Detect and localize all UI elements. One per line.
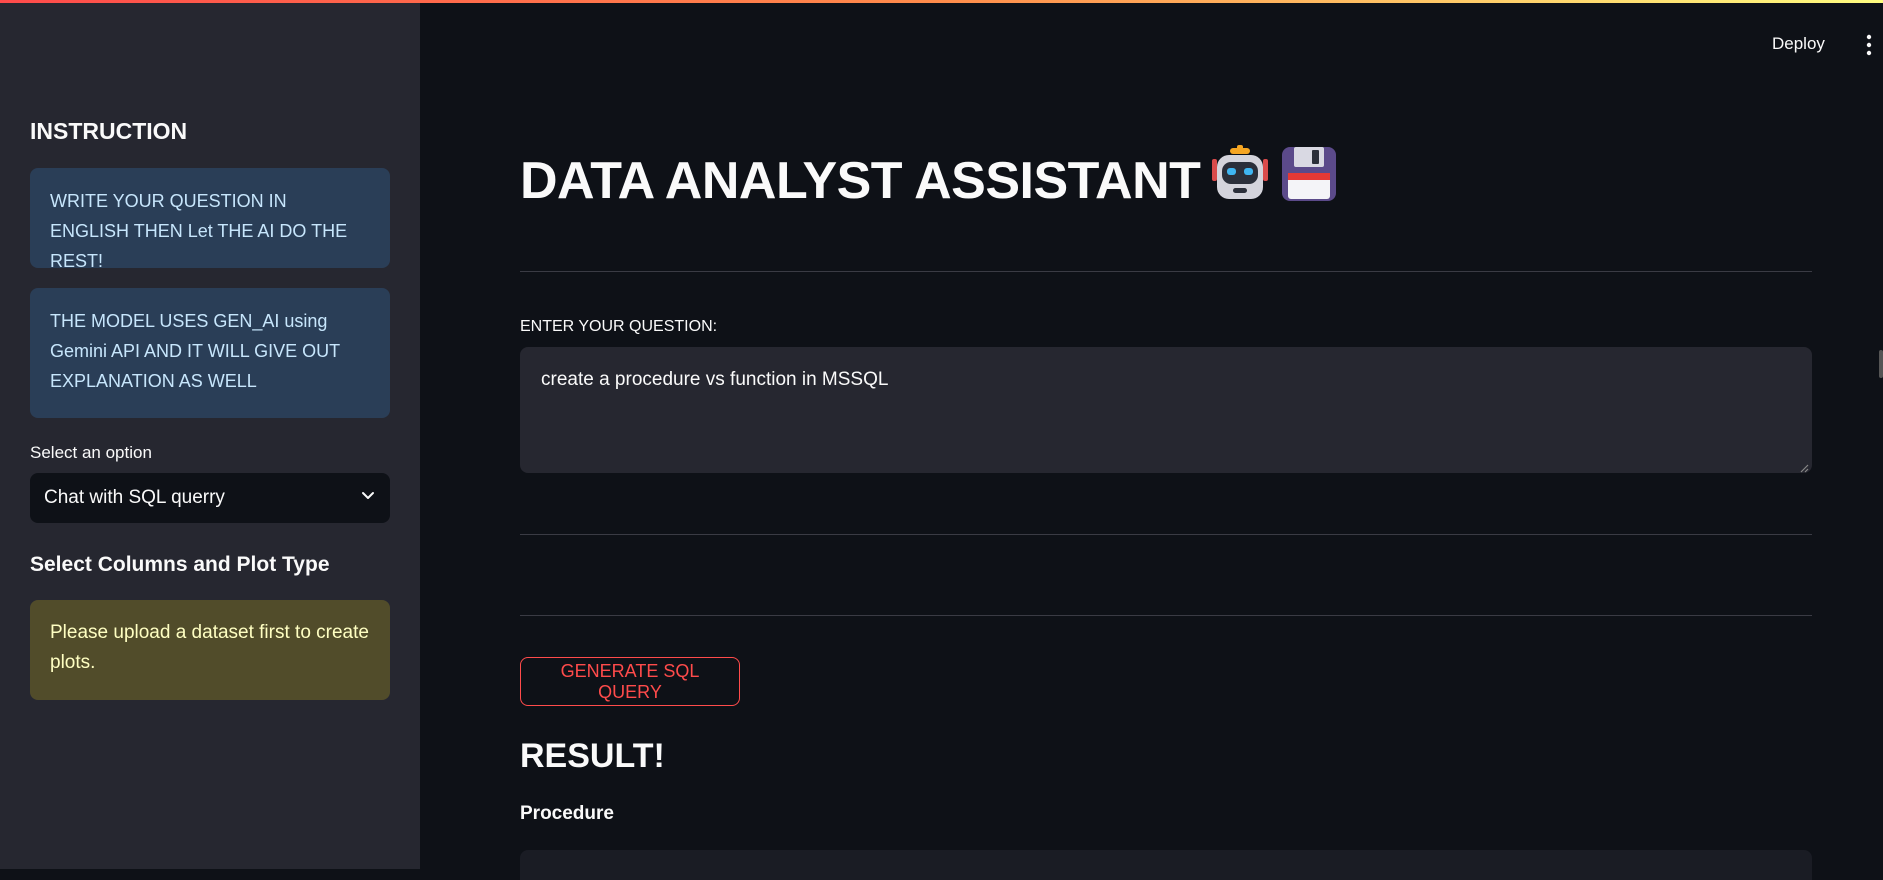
divider	[520, 271, 1812, 272]
divider	[520, 615, 1812, 616]
generate-sql-button[interactable]: GENERATE SQL QUERY	[520, 657, 740, 706]
procedure-label: Procedure	[520, 803, 614, 824]
chevron-down-icon	[360, 487, 376, 509]
divider	[520, 534, 1812, 535]
scrollbar-thumb[interactable]	[1879, 350, 1883, 378]
question-input[interactable]	[520, 347, 1812, 473]
info-box-model: THE MODEL USES GEN_AI using Gemini API A…	[30, 288, 390, 418]
floppy-disk-icon	[1280, 145, 1338, 216]
resize-grip-icon[interactable]	[1799, 460, 1809, 473]
option-select[interactable]: Chat with SQL querry	[30, 473, 390, 523]
sidebar: INSTRUCTION WRITE YOUR QUESTION IN ENGLI…	[0, 0, 420, 869]
option-select-value: Chat with SQL querry	[44, 487, 225, 508]
result-heading: RESULT!	[520, 737, 665, 775]
question-label: ENTER YOUR QUESTION:	[520, 318, 718, 335]
code-block	[520, 850, 1812, 880]
robot-icon	[1210, 145, 1270, 216]
top-decoration-bar	[0, 0, 1883, 3]
info-box-instruction: WRITE YOUR QUESTION IN ENGLISH THEN Let …	[30, 168, 390, 271]
kebab-menu-icon[interactable]	[1865, 33, 1873, 57]
warning-box: Please upload a dataset first to create …	[30, 600, 390, 700]
deploy-button[interactable]: Deploy	[1772, 34, 1825, 54]
page-title-text: DATA ANALYST ASSISTANT	[520, 151, 1201, 210]
page-title: DATA ANALYST ASSISTANT	[520, 145, 1338, 216]
select-label: Select an option	[30, 443, 152, 462]
plot-section-heading: Select Columns and Plot Type	[30, 553, 330, 576]
sidebar-heading: INSTRUCTION	[30, 118, 188, 144]
